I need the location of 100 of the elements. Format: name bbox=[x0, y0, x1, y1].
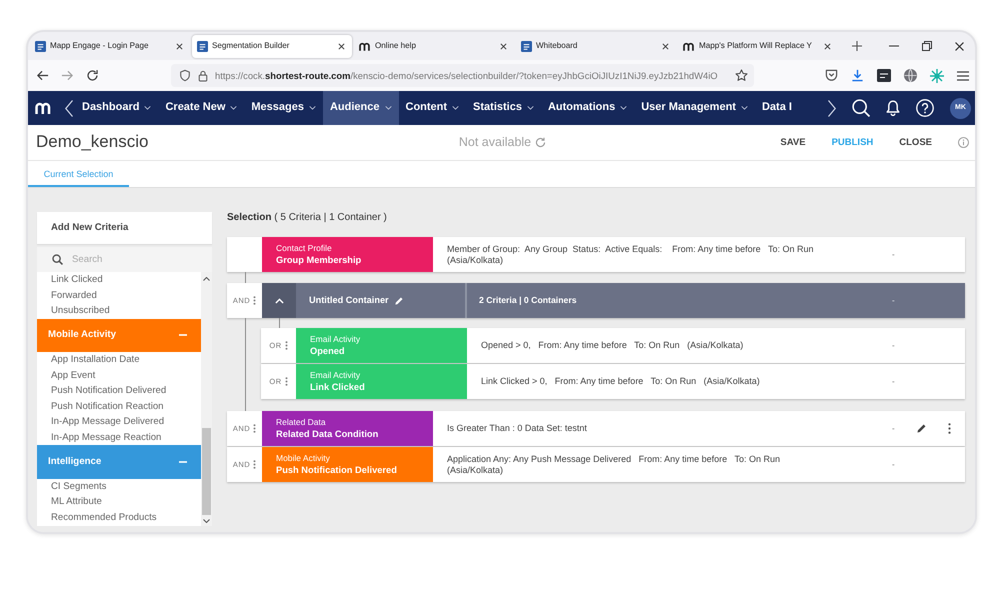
nav-menu-item[interactable]: Automations bbox=[540, 91, 634, 125]
arches-logo-icon bbox=[683, 42, 695, 50]
criterion-description: Is Greater Than : 0 Data Set: testnt bbox=[447, 423, 587, 434]
criteria-item[interactable]: App Event bbox=[37, 368, 201, 383]
star-icon[interactable] bbox=[735, 69, 748, 82]
caret-icon bbox=[144, 106, 152, 110]
drag-handle-icon[interactable] bbox=[284, 341, 288, 350]
globe-icon[interactable] bbox=[904, 69, 917, 82]
criteria-item[interactable]: Unsubscribed bbox=[37, 303, 201, 318]
restore-icon[interactable] bbox=[922, 41, 932, 51]
more-icon[interactable] bbox=[948, 423, 951, 434]
scroll-up-icon[interactable] bbox=[203, 277, 210, 281]
criterion-name: Opened bbox=[310, 345, 346, 357]
square-extension-icon[interactable] bbox=[877, 69, 891, 82]
search-icon bbox=[52, 254, 63, 265]
category-label: Email Activity bbox=[310, 370, 362, 381]
criteria-item[interactable]: ML Attribute bbox=[37, 494, 201, 510]
close-icon[interactable] bbox=[955, 42, 964, 50]
nav-menu-item[interactable]: User Management bbox=[634, 91, 755, 125]
criteria-item[interactable]: Link Clicked bbox=[37, 272, 201, 288]
caret-icon bbox=[230, 106, 238, 110]
caret-icon bbox=[452, 106, 460, 110]
criterion-name: Link Clicked bbox=[310, 381, 366, 393]
minimize-icon[interactable] bbox=[889, 45, 899, 47]
action-button[interactable]: CLOSE bbox=[899, 136, 932, 150]
browser-tab[interactable]: Online help bbox=[354, 34, 514, 58]
nav-menu-item[interactable]: Data I bbox=[754, 91, 799, 125]
criterion-name: Related Data Condition bbox=[276, 428, 380, 440]
criteria-item[interactable]: Push Notification Delivered bbox=[37, 383, 201, 398]
scrollbar-thumb[interactable] bbox=[202, 428, 211, 515]
criteria-item[interactable]: CI Segments bbox=[37, 478, 201, 494]
bell-icon[interactable] bbox=[886, 100, 900, 116]
category-label: Mobile Activity bbox=[276, 453, 331, 464]
scrollbar[interactable] bbox=[201, 272, 212, 526]
criterion-description: Member of Group: Any Group Status: Active Equals: From: Any time before To: On Run (Asia/Kolkata) bbox=[447, 244, 814, 266]
result-value: - bbox=[892, 296, 895, 306]
chevron-right-icon[interactable] bbox=[828, 100, 836, 116]
rounded-shield-icon[interactable] bbox=[825, 69, 838, 82]
search-icon[interactable] bbox=[852, 99, 870, 117]
drag-handle-icon[interactable] bbox=[253, 296, 256, 305]
drag-handle-icon[interactable] bbox=[253, 424, 256, 433]
close-icon[interactable] bbox=[662, 42, 669, 50]
shield-icon[interactable] bbox=[179, 69, 191, 82]
info-icon[interactable] bbox=[958, 137, 969, 148]
browser-tab[interactable]: Segmentation Builder bbox=[192, 34, 352, 58]
criteria-item[interactable]: Recommended Products bbox=[37, 510, 201, 525]
close-icon[interactable] bbox=[338, 42, 345, 50]
nav-menu-item[interactable]: Dashboard bbox=[75, 91, 158, 125]
nav-menu-item[interactable]: Content bbox=[398, 91, 466, 125]
drag-handle-icon[interactable] bbox=[253, 460, 256, 469]
help-icon[interactable] bbox=[916, 99, 934, 117]
search-field[interactable]: Search bbox=[37, 247, 212, 272]
chevron-left-icon[interactable] bbox=[65, 100, 73, 116]
address-bar[interactable]: https://cock.shortest-route.com/kenscio-demo/services/selectionbuilder/?token=eyJhbGciOiJIUzI1NiJ9.eyJzb21hdW4iO bbox=[171, 64, 754, 87]
reload-icon[interactable] bbox=[86, 69, 99, 82]
status-text: Not available bbox=[458, 135, 532, 150]
caret-icon bbox=[526, 106, 534, 110]
nav-menu-item[interactable]: Audience bbox=[322, 91, 398, 125]
back-arrow-icon[interactable] bbox=[36, 69, 49, 82]
criterion-description: Application Any: Any Push Message Delivered From: Any time before To: On Run (Asia/Kolkata) bbox=[447, 454, 781, 476]
criterion-description: Link Clicked > 0, From: Any time before To: On Run (Asia/Kolkata) bbox=[481, 376, 760, 387]
plus-icon[interactable] bbox=[852, 41, 862, 51]
menu-icon[interactable] bbox=[957, 70, 969, 80]
pencil-icon[interactable] bbox=[916, 424, 926, 433]
page-title: Demo_kenscio bbox=[36, 132, 148, 153]
category-label: Contact Profile bbox=[276, 243, 333, 254]
category-block[interactable]: Related Data Related Data Condition bbox=[262, 411, 433, 446]
criterion-name: Push Notification Delivered bbox=[276, 464, 398, 476]
criteria-item[interactable]: App Installation Date bbox=[37, 352, 201, 368]
browser-tab[interactable]: Mapp's Platform Will Replace Y bbox=[678, 34, 838, 58]
refresh-icon[interactable] bbox=[535, 137, 546, 148]
criteria-item[interactable]: In-App Message Delivered bbox=[37, 414, 201, 430]
lock-icon[interactable] bbox=[198, 70, 208, 82]
arches-logo-icon bbox=[359, 42, 371, 50]
drag-handle-icon[interactable] bbox=[284, 377, 288, 386]
logo-icon[interactable] bbox=[35, 102, 52, 114]
pencil-icon[interactable] bbox=[394, 296, 403, 304]
scroll-down-icon[interactable] bbox=[203, 519, 210, 523]
criteria-item[interactable]: In-App Message Reaction bbox=[37, 430, 201, 445]
criteria-item[interactable]: Forwarded bbox=[37, 288, 201, 303]
chevron-up-icon bbox=[274, 298, 284, 304]
add-criteria-button[interactable]: Add New Criteria bbox=[37, 212, 212, 244]
action-button[interactable]: SAVE bbox=[780, 136, 806, 150]
category-label: Email Activity bbox=[310, 334, 362, 345]
collapse-toggle[interactable] bbox=[262, 283, 296, 318]
close-icon[interactable] bbox=[500, 42, 507, 50]
criteria-item[interactable]: Push Notification Reaction bbox=[37, 398, 201, 414]
connector-line bbox=[279, 318, 280, 328]
browser-tab[interactable]: Whiteboard bbox=[516, 34, 676, 58]
close-icon[interactable] bbox=[176, 42, 183, 50]
nav-menu-item[interactable]: Create New bbox=[158, 91, 244, 125]
browser-tab[interactable]: Mapp Engage - Login Page bbox=[30, 34, 190, 58]
category-block[interactable]: Contact Profile Group Membership bbox=[262, 237, 433, 272]
nav-menu-item[interactable]: Messages bbox=[244, 91, 323, 125]
nav-menu-item[interactable]: Statistics bbox=[466, 91, 541, 125]
close-icon[interactable] bbox=[824, 42, 831, 50]
selection-heading: Selection ( 5 Criteria | 1 Container ) bbox=[227, 212, 388, 224]
caret-icon bbox=[384, 106, 392, 110]
download-icon[interactable] bbox=[851, 69, 864, 82]
url-text: https://cock.shortest-route.com/kenscio-demo/services/selectionbuilder/?token=eyJhbGciOiJIUzI1NiJ9.eyJzb21hdW4iO bbox=[215, 70, 719, 82]
